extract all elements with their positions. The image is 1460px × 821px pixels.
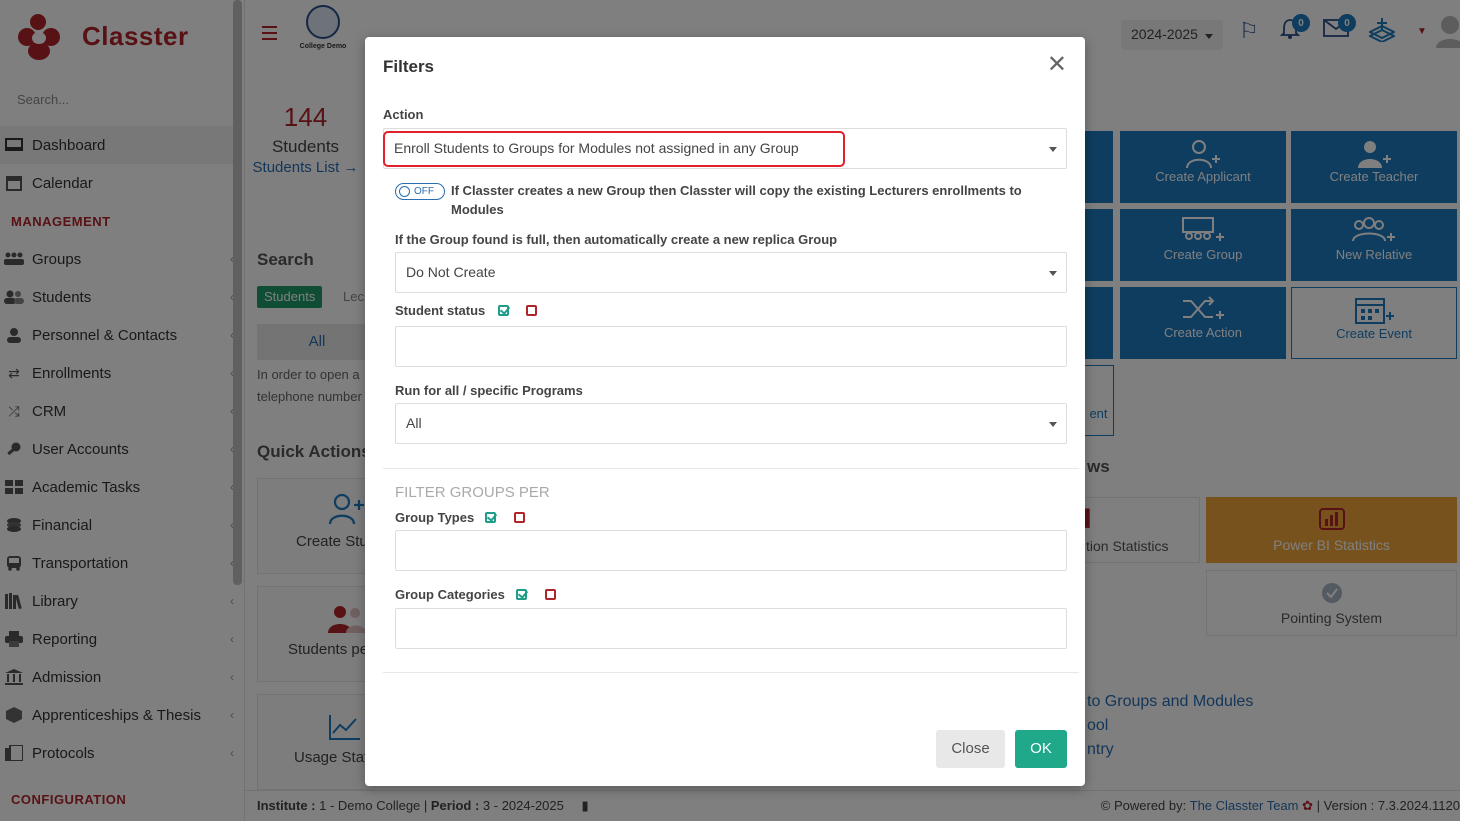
replica-group-label: If the Group found is full, then automat… bbox=[395, 232, 838, 247]
filter-groups-heading: FILTER GROUPS PER bbox=[395, 484, 550, 501]
divider bbox=[383, 672, 1079, 673]
select-all-icon[interactable] bbox=[516, 589, 527, 600]
action-label: Action bbox=[383, 107, 424, 122]
select-all-icon[interactable] bbox=[485, 512, 496, 523]
action-highlight bbox=[383, 131, 845, 167]
deselect-all-icon[interactable] bbox=[526, 305, 537, 316]
close-button[interactable]: Close bbox=[936, 730, 1005, 768]
student-status-label: Student status bbox=[395, 303, 486, 318]
ok-button[interactable]: OK bbox=[1015, 730, 1067, 768]
group-types-multiselect[interactable] bbox=[395, 530, 1067, 571]
deselect-all-icon[interactable] bbox=[545, 589, 556, 600]
student-status-multiselect[interactable] bbox=[395, 326, 1067, 367]
modal-title: Filters bbox=[383, 57, 435, 76]
group-categories-multiselect[interactable] bbox=[395, 608, 1067, 649]
replica-group-select[interactable]: Do Not Create bbox=[395, 252, 1067, 293]
filters-modal: Filters ✕ Action Enroll Students to Grou… bbox=[365, 37, 1085, 786]
toggle-description: If Classter creates a new Group then Cla… bbox=[451, 183, 1022, 217]
divider bbox=[383, 468, 1079, 469]
select-all-icon[interactable] bbox=[498, 305, 509, 316]
deselect-all-icon[interactable] bbox=[514, 512, 525, 523]
toggle-knob bbox=[399, 186, 410, 197]
copy-lecturers-toggle[interactable]: OFF bbox=[395, 183, 445, 200]
close-icon[interactable]: ✕ bbox=[1047, 53, 1067, 77]
programs-select[interactable]: All bbox=[395, 403, 1067, 444]
group-types-label: Group Types bbox=[395, 510, 475, 525]
toggle-state: OFF bbox=[414, 186, 434, 197]
programs-label: Run for all / specific Programs bbox=[395, 383, 583, 398]
group-categories-label: Group Categories bbox=[395, 587, 505, 602]
